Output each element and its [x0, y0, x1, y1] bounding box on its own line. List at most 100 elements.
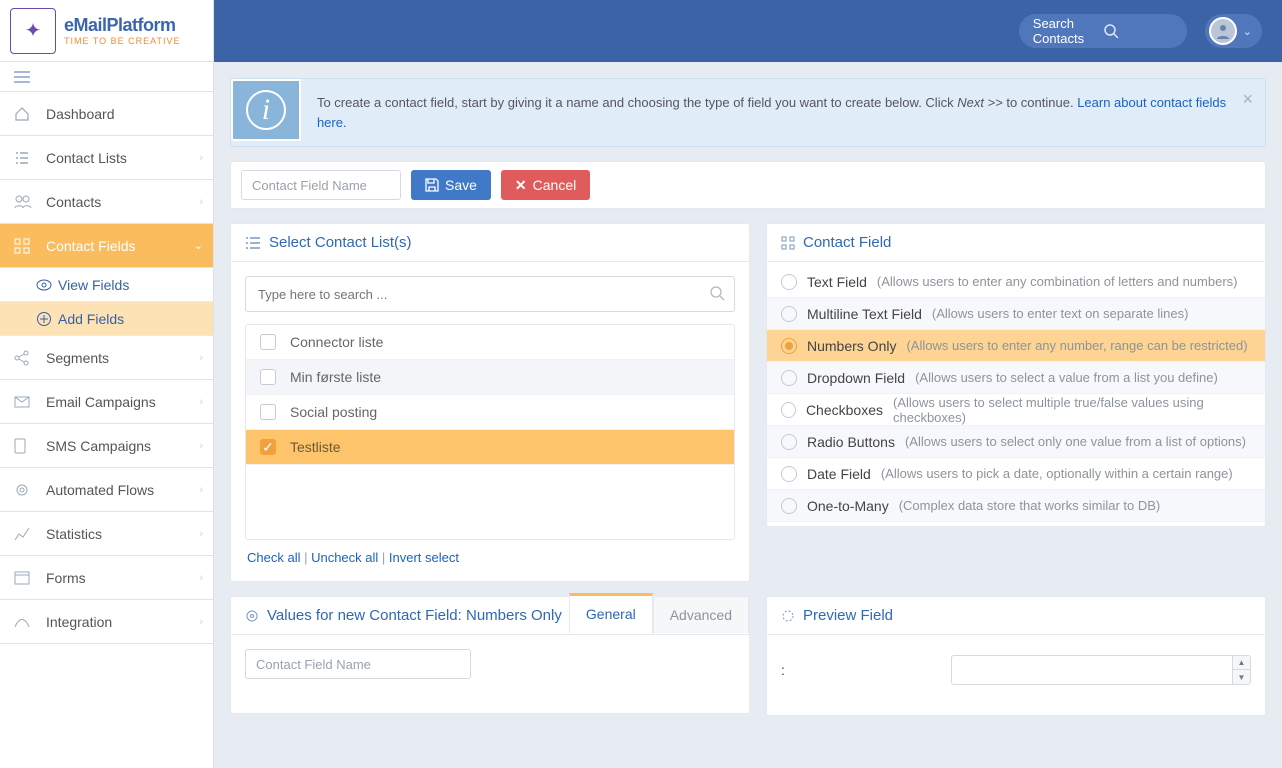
chevron-down-icon: ⌄ [194, 239, 203, 252]
eye-icon [36, 279, 58, 291]
checkbox-icon[interactable] [260, 404, 276, 420]
sidebar-item-dashboard[interactable]: Dashboard [0, 92, 213, 136]
chevron-right-icon: › [199, 484, 203, 496]
subnav-add-fields[interactable]: Add Fields [0, 302, 213, 336]
preview-panel: Preview Field : ▲ ▼ [766, 596, 1266, 716]
chevron-right-icon: › [199, 616, 203, 628]
sidebar-item-sms-campaigns[interactable]: SMS Campaigns › [0, 424, 213, 468]
users-icon [14, 195, 36, 209]
radio-icon[interactable] [781, 274, 797, 290]
field-type-option[interactable]: One-to-Many (Complex data store that wor… [767, 490, 1265, 522]
sidebar-item-email-campaigns[interactable]: Email Campaigns › [0, 380, 213, 424]
panel-title: Contact Field [803, 234, 891, 251]
field-type-name: Dropdown Field [807, 370, 905, 386]
global-search[interactable]: Search Contacts [1019, 14, 1187, 48]
sidebar-item-label: SMS Campaigns [46, 438, 151, 454]
chevron-right-icon: › [199, 572, 203, 584]
cancel-button[interactable]: ✕ Cancel [501, 170, 590, 200]
save-icon [425, 178, 439, 192]
field-type-option[interactable]: Dropdown Field (Allows users to select a… [767, 362, 1265, 394]
radio-icon[interactable] [781, 338, 797, 354]
sidebar-item-label: Contacts [46, 194, 101, 210]
sidebar-item-contacts[interactable]: Contacts › [0, 180, 213, 224]
preview-label: : [781, 662, 941, 678]
values-panel: Values for new Contact Field: Numbers On… [230, 596, 750, 714]
select-lists-panel: Select Contact List(s) Connector liste M… [230, 223, 750, 582]
chevron-right-icon: › [199, 528, 203, 540]
subnav-label: View Fields [58, 277, 129, 293]
sidebar-item-statistics[interactable]: Statistics › [0, 512, 213, 556]
field-type-option[interactable]: Radio Buttons (Allows users to select on… [767, 426, 1265, 458]
list-search-input[interactable] [245, 276, 735, 312]
list-item[interactable]: Min første liste [246, 360, 734, 395]
list-bulk-actions: Check all | Uncheck all | Invert select [245, 540, 735, 567]
chart-icon [14, 527, 36, 541]
list-item[interactable]: ✓Testliste [246, 430, 734, 465]
field-type-option[interactable]: Text Field (Allows users to enter any co… [767, 266, 1265, 298]
contact-list-box: Connector liste Min første liste Social … [245, 324, 735, 540]
preview-number-input[interactable]: ▲ ▼ [951, 655, 1251, 685]
field-type-hint: (Allows users to pick a date, optionally… [881, 466, 1233, 481]
main-content: i To create a contact field, start by gi… [214, 62, 1282, 768]
check-all-link[interactable]: Check all [247, 550, 300, 565]
sidebar-submenu: View Fields Add Fields [0, 268, 213, 336]
radio-icon[interactable] [781, 402, 796, 418]
number-input[interactable] [951, 655, 1251, 685]
radio-icon[interactable] [781, 434, 797, 450]
sidebar-item-label: Automated Flows [46, 482, 154, 498]
uncheck-all-link[interactable]: Uncheck all [311, 550, 378, 565]
list-icon [14, 150, 36, 166]
panel-title: Select Contact List(s) [269, 234, 412, 251]
radio-icon[interactable] [781, 306, 797, 322]
topbar: Search Contacts ⌄ [214, 0, 1282, 62]
list-item[interactable]: Social posting [246, 395, 734, 430]
field-type-name: Multiline Text Field [807, 306, 922, 322]
list-item[interactable]: Connector liste [246, 325, 734, 360]
grid-icon [781, 236, 795, 250]
sidebar-item-contact-fields[interactable]: Contact Fields ⌄ [0, 224, 213, 268]
stepper-up-icon[interactable]: ▲ [1232, 656, 1250, 670]
field-type-hint: (Allows users to enter any number, range… [906, 338, 1247, 353]
invert-select-link[interactable]: Invert select [389, 550, 459, 565]
field-type-name: One-to-Many [807, 498, 889, 514]
radio-icon[interactable] [781, 370, 797, 386]
banner-close-button[interactable]: × [1242, 89, 1253, 110]
save-button[interactable]: Save [411, 170, 491, 200]
panel-header: Select Contact List(s) [231, 224, 749, 262]
search-icon [709, 285, 725, 301]
close-icon: ✕ [515, 177, 527, 194]
stepper-down-icon[interactable]: ▼ [1232, 670, 1250, 684]
sidebar-item-integration[interactable]: Integration › [0, 600, 213, 644]
search-icon [1103, 23, 1173, 39]
mobile-icon [14, 438, 36, 454]
checkbox-icon[interactable] [260, 369, 276, 385]
tab-advanced[interactable]: Advanced [653, 596, 749, 633]
avatar-icon [1209, 17, 1237, 45]
chevron-right-icon: › [199, 152, 203, 164]
values-name-input[interactable] [245, 649, 471, 679]
field-type-option[interactable]: Checkboxes (Allows users to select multi… [767, 394, 1265, 426]
sidebar-item-label: Contact Lists [46, 150, 127, 166]
subnav-view-fields[interactable]: View Fields [0, 268, 213, 302]
tab-general[interactable]: General [569, 593, 653, 633]
sidebar-item-label: Statistics [46, 526, 102, 542]
brand-tagline: TIME TO BE CREATIVE [64, 36, 181, 46]
field-type-option[interactable]: Numbers Only (Allows users to enter any … [767, 330, 1265, 362]
sidebar-item-contact-lists[interactable]: Contact Lists › [0, 136, 213, 180]
sidebar-item-forms[interactable]: Forms › [0, 556, 213, 600]
field-type-hint: (Allows users to select a value from a l… [915, 370, 1218, 385]
checkbox-icon[interactable]: ✓ [260, 439, 276, 455]
field-type-option[interactable]: Date Field (Allows users to pick a date,… [767, 458, 1265, 490]
field-type-option[interactable]: Multiline Text Field (Allows users to en… [767, 298, 1265, 330]
radio-icon[interactable] [781, 498, 797, 514]
radio-icon[interactable] [781, 466, 797, 482]
plus-circle-icon [36, 311, 58, 327]
chevron-right-icon: › [199, 396, 203, 408]
sidebar-collapse-toggle[interactable] [0, 62, 213, 92]
sidebar-item-automated-flows[interactable]: Automated Flows › [0, 468, 213, 512]
checkbox-icon[interactable] [260, 334, 276, 350]
field-name-input[interactable] [241, 170, 401, 200]
brand-logo[interactable]: ✦ eMailPlatform TIME TO BE CREATIVE [0, 0, 213, 62]
user-menu[interactable]: ⌄ [1205, 14, 1262, 48]
sidebar-item-segments[interactable]: Segments › [0, 336, 213, 380]
